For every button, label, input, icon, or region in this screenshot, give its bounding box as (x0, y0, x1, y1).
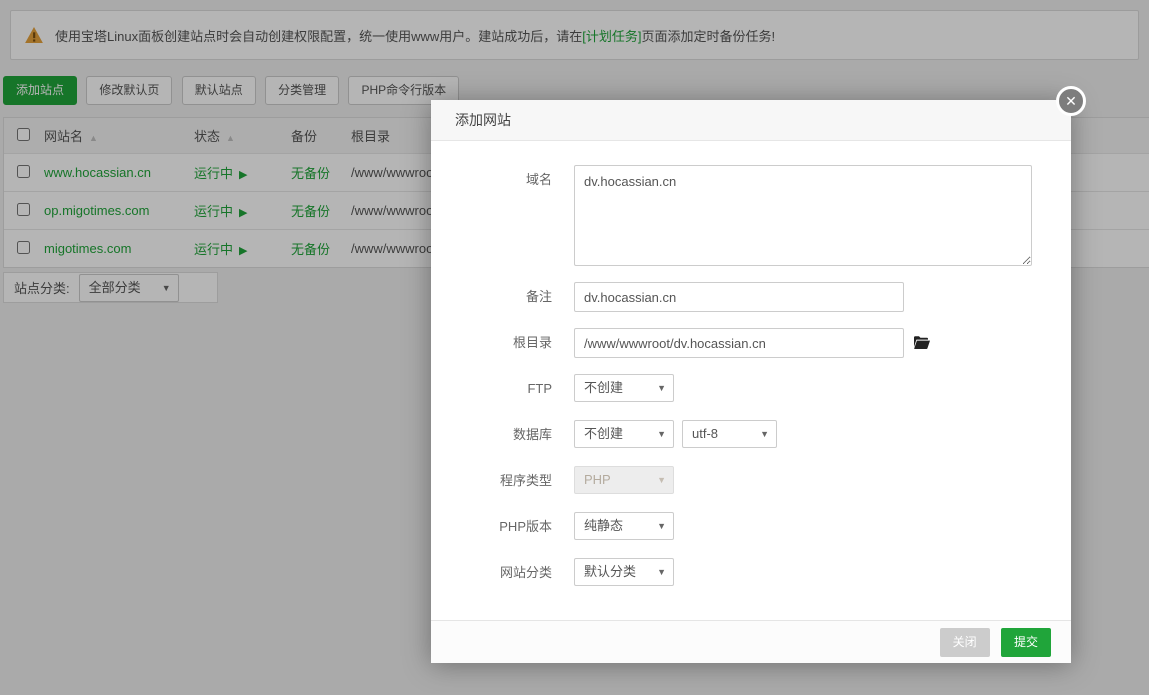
chevron-down-icon: ▼ (657, 513, 666, 539)
close-icon[interactable]: ✕ (1056, 86, 1086, 116)
submit-button[interactable]: 提交 (1001, 628, 1051, 657)
form-row-domain: 域名 dv.hocassian.cn (431, 165, 1071, 266)
chevron-down-icon: ▼ (657, 467, 666, 493)
chevron-down-icon: ▼ (657, 421, 666, 447)
domain-label: 域名 (453, 165, 552, 195)
remark-input[interactable] (574, 282, 904, 312)
root-dir-input[interactable] (574, 328, 904, 358)
form-row-php-version: PHP版本 纯静态 ▼ (431, 512, 1071, 542)
database-select[interactable]: 不创建 ▼ (574, 420, 674, 448)
form-row-site-category: 网站分类 默认分类 ▼ (431, 558, 1071, 588)
chevron-down-icon: ▼ (760, 421, 769, 447)
site-category-label: 网站分类 (453, 558, 552, 588)
form-row-root-dir: 根目录 (431, 328, 1071, 358)
form-row-program-type: 程序类型 PHP ▼ (431, 466, 1071, 496)
charset-select[interactable]: utf-8 ▼ (682, 420, 777, 448)
ftp-label: FTP (453, 374, 552, 404)
ftp-select[interactable]: 不创建 ▼ (574, 374, 674, 402)
domain-textarea[interactable]: dv.hocassian.cn (574, 165, 1032, 266)
program-type-select: PHP ▼ (574, 466, 674, 494)
site-category-select[interactable]: 默认分类 ▼ (574, 558, 674, 586)
php-version-select[interactable]: 纯静态 ▼ (574, 512, 674, 540)
remark-label: 备注 (453, 282, 552, 312)
php-version-label: PHP版本 (453, 512, 552, 542)
close-button[interactable]: 关闭 (940, 628, 990, 657)
modal-title: 添加网站 (431, 100, 1071, 141)
modal-footer: 关闭 提交 (431, 620, 1071, 663)
add-site-modal: ✕ 添加网站 域名 dv.hocassian.cn 备注 根目录 FTP 不创建… (431, 100, 1071, 663)
program-type-label: 程序类型 (453, 466, 552, 496)
folder-browse-icon[interactable] (913, 335, 930, 350)
form-row-ftp: FTP 不创建 ▼ (431, 374, 1071, 404)
add-site-form: 域名 dv.hocassian.cn 备注 根目录 FTP 不创建 ▼ 数据库 (431, 141, 1071, 588)
database-label: 数据库 (453, 420, 552, 450)
form-row-database: 数据库 不创建 ▼ utf-8 ▼ (431, 420, 1071, 450)
chevron-down-icon: ▼ (657, 375, 666, 401)
chevron-down-icon: ▼ (657, 559, 666, 585)
form-row-remark: 备注 (431, 282, 1071, 312)
root-dir-label: 根目录 (453, 328, 552, 358)
